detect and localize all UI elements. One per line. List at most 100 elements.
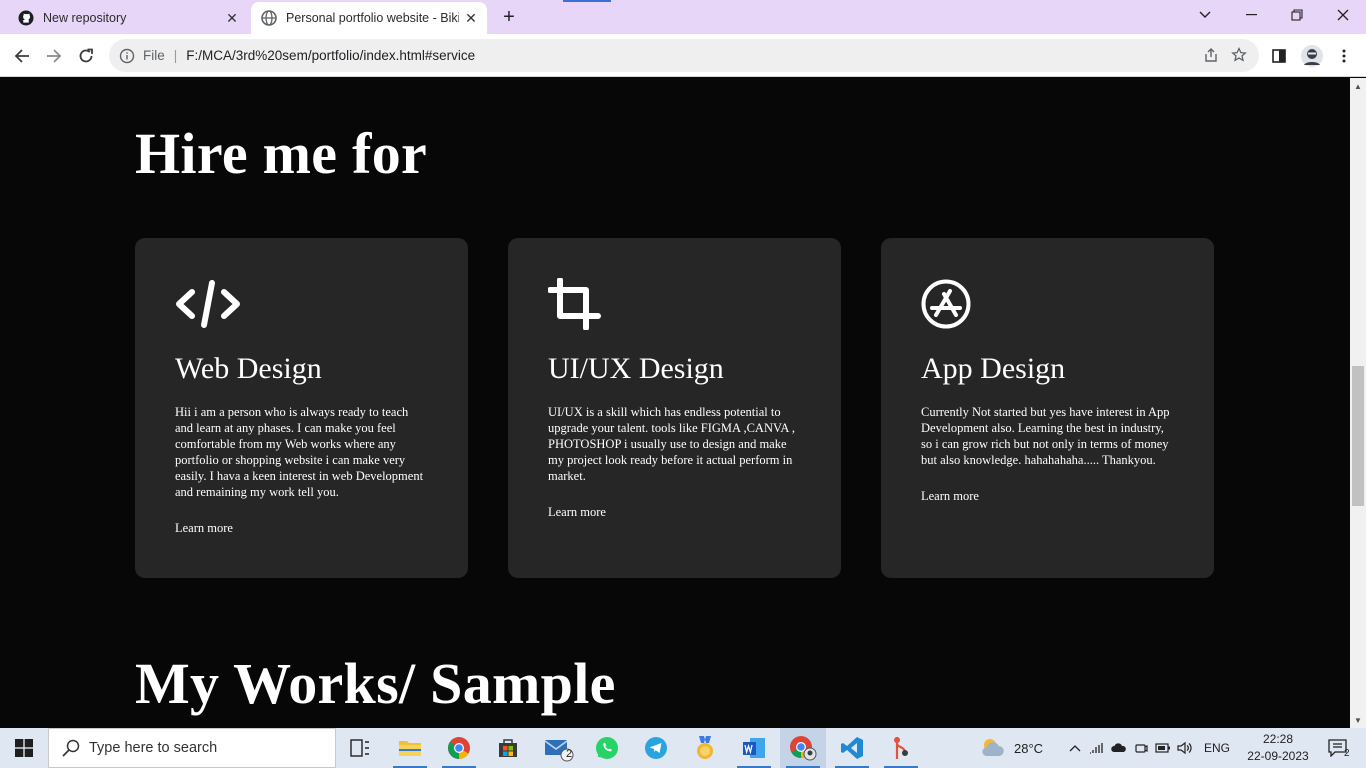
browser-menu-button[interactable] [1330,42,1358,70]
git-app-button[interactable] [878,728,924,768]
language-indicator[interactable]: ENG [1204,741,1230,755]
medal-icon [697,736,713,759]
card-description: UI/UX is a skill which has endless poten… [548,405,795,483]
learn-more-link[interactable]: Learn more [175,521,233,536]
volume-icon[interactable] [1174,741,1196,755]
battery-icon[interactable] [1152,743,1174,753]
arrow-right-icon [47,49,62,63]
page-viewport: Hire me for Web Design Hii i am a person… [0,78,1350,728]
mail-badge: 2 [566,748,573,760]
close-window-button[interactable] [1320,0,1366,30]
chrome-icon [448,737,470,759]
side-panel-button[interactable] [1265,42,1293,70]
learn-more-link[interactable]: Learn more [921,489,979,504]
mail-button[interactable]: 2 [535,728,581,768]
close-tab-icon[interactable]: ✕ [220,6,244,30]
learn-more-link[interactable]: Learn more [548,505,606,520]
scroll-up-arrow-icon[interactable]: ▲ [1350,78,1366,94]
card-description: Currently Not started but yes have inter… [921,405,1170,467]
partly-cloudy-icon [982,739,1004,756]
card-title: Web Design [175,352,322,385]
task-view-icon [350,739,369,757]
tab-strip-accent [563,0,611,2]
avatar [1301,45,1323,67]
card-description: Hii i am a person who is always ready to… [175,405,424,499]
onedrive-icon[interactable] [1108,743,1130,753]
reload-button[interactable] [72,42,100,70]
forward-button[interactable] [40,42,68,70]
restore-button[interactable] [1274,0,1320,30]
notification-center-button[interactable]: 2 [1320,728,1356,768]
clock-time: 22:28 [1262,732,1294,746]
vscode-button[interactable] [829,728,875,768]
windows-taskbar: Type here to search 2 28°C ENG 22:28 22-… [0,728,1366,768]
close-tab-icon[interactable]: ✕ [459,6,483,30]
globe-icon [261,10,277,26]
page-scrollbar[interactable]: ▲ ▼ [1350,78,1366,728]
chevron-down-icon [1199,11,1211,18]
folder-icon [399,741,421,756]
service-card-web-design: Web Design Hii i am a person who is alwa… [135,238,468,578]
info-icon[interactable] [119,48,135,64]
reload-icon [79,48,93,63]
weather-temperature: 28°C [1014,740,1044,756]
minimize-icon [1245,14,1257,16]
my-works-heading: My Works/ Sample [135,651,616,716]
store-icon [499,739,517,757]
start-button[interactable] [0,728,48,768]
share-icon[interactable] [1203,47,1219,63]
tab-new-repository[interactable]: New repository ✕ [8,2,248,34]
vscode-icon [841,737,863,759]
network-icon[interactable] [1084,742,1108,754]
taskbar-clock[interactable]: 22:28 22-09-2023 [1242,731,1314,765]
telegram-icon [645,737,667,759]
chrome-profile-icon [790,736,817,761]
more-vert-icon [1342,49,1346,63]
scrollbar-thumb[interactable] [1352,366,1364,506]
show-hidden-icons-icon[interactable] [1066,744,1084,752]
tab-title: Personal portfolio website - Biki [286,11,459,25]
code-icon [176,280,240,328]
windows-logo-icon [15,739,33,757]
card-title: App Design [921,352,1066,385]
address-bar[interactable]: File | F:/MCA/3rd%20sem/portfolio/index.… [109,39,1259,72]
scheme-label: File [143,48,165,63]
task-view-button[interactable] [337,728,383,768]
url-text[interactable]: F:/MCA/3rd%20sem/portfolio/index.html#se… [186,48,475,63]
microsoft-store-button[interactable] [485,728,531,768]
tab-personal-portfolio[interactable]: Personal portfolio website - Biki ✕ [251,2,487,34]
medal-app-button[interactable] [682,728,728,768]
app-store-icon [921,279,971,329]
scroll-down-arrow-icon[interactable]: ▼ [1350,712,1366,728]
hire-me-heading: Hire me for [135,121,428,186]
service-card-ui-ux-design: UI/UX Design UI/UX is a skill which has … [508,238,841,578]
profile-avatar-button[interactable] [1298,42,1326,70]
chrome-button[interactable] [436,728,482,768]
tab-title: New repository [43,11,127,25]
meet-now-icon[interactable] [1130,741,1152,755]
telegram-button[interactable] [633,728,679,768]
word-button[interactable] [731,728,777,768]
whatsapp-icon [596,737,618,759]
taskbar-search-box[interactable]: Type here to search [48,728,336,768]
browser-toolbar: File | F:/MCA/3rd%20sem/portfolio/index.… [0,34,1366,77]
new-tab-button[interactable]: + [497,5,521,29]
word-icon [743,738,765,758]
chrome-profile-button[interactable] [780,728,826,768]
bookmark-star-icon[interactable] [1231,47,1247,63]
git-icon [894,737,908,759]
address-separator: | [173,48,178,63]
file-explorer-button[interactable] [387,728,433,768]
search-placeholder: Type here to search [89,740,218,756]
back-button[interactable] [8,42,36,70]
tab-search-button[interactable] [1182,0,1228,30]
card-title: UI/UX Design [548,352,724,385]
side-panel-icon [1272,49,1286,63]
github-icon [18,10,34,26]
whatsapp-button[interactable] [584,728,630,768]
arrow-left-icon [14,49,29,63]
system-tray: ENG [1066,728,1230,768]
clock-date: 22-09-2023 [1247,749,1309,763]
weather-widget[interactable]: 28°C [980,728,1043,768]
minimize-button[interactable] [1228,0,1274,30]
